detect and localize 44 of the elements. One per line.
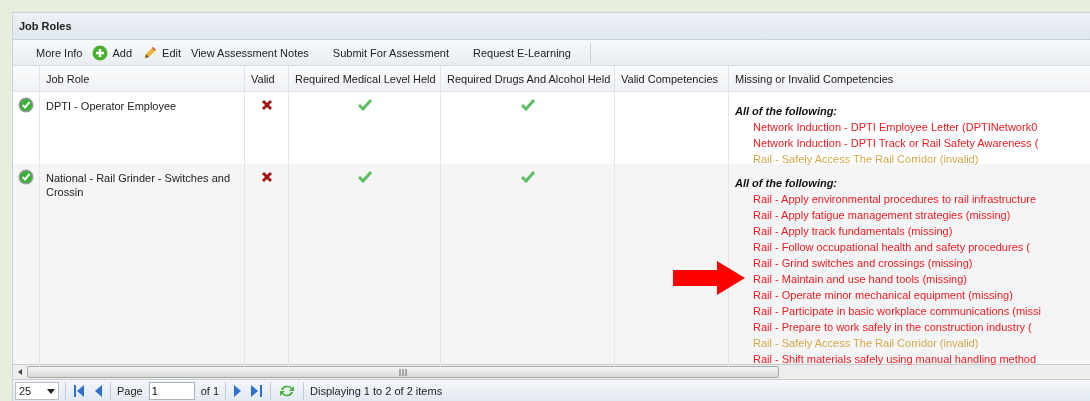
job-role-text: DPTI - Operator Employee: [46, 99, 177, 113]
panel-title: Job Roles: [13, 13, 1090, 40]
column-header[interactable]: Job Role: [46, 72, 90, 85]
annotation-arrow: [673, 261, 745, 295]
grip-icon: [399, 368, 407, 376]
column-header[interactable]: Missing or Invalid Competencies: [735, 72, 894, 85]
competency-item: Rail - Maintain and use hand tools (missing): [752, 272, 968, 287]
toolbar-button[interactable]: More Info: [31, 41, 88, 64]
page-label: Page: [117, 385, 143, 397]
pager-summary: Displaying 1 to 2 of 2 items: [310, 385, 443, 397]
column-header[interactable]: Valid: [251, 72, 275, 85]
pencil-icon: [142, 44, 159, 61]
competency-item: Network Induction - DPTI Employee Letter (DPTINetwork0: [752, 120, 1039, 135]
page-size-dropdown[interactable]: 25: [15, 382, 59, 400]
caret-icon: [47, 388, 55, 394]
competency-item: Rail - Follow occupational health and safety procedures (: [752, 240, 1031, 255]
plus-icon: [92, 44, 109, 61]
page-count: of 1: [200, 385, 220, 397]
toolbar-button[interactable]: Submit For Assessment: [327, 41, 454, 64]
requirement-heading: All of the following:: [735, 176, 839, 191]
column-header[interactable]: Required Medical Level Held: [295, 72, 436, 85]
competency-item: Rail - Prepare to work safely in the construction industry (: [752, 320, 1033, 335]
competency-item: Rail - Grind switches and crossings (missing): [752, 256, 974, 271]
previous-page-button[interactable]: [93, 385, 104, 397]
column-header[interactable]: Required Drugs And Alcohol Held: [447, 72, 611, 85]
toolbar-button[interactable]: Add: [87, 41, 138, 64]
competency-item: Rail - Apply environmental procedures to rail infrastructure: [752, 192, 1038, 207]
competency-item: Rail - Safely Access The Rail Corridor (invalid): [752, 336, 980, 351]
competency-item: Rail - Safely Access The Rail Corridor (invalid): [752, 152, 980, 167]
competency-item: Rail - Shift materials safely using manual handling method: [752, 352, 1038, 367]
last-page-button[interactable]: [249, 385, 265, 397]
job-role-text: National - Rail Grinder - Switches and Crossin: [46, 171, 232, 199]
competency-item: Rail - Apply fatigue management strategies (missing): [752, 208, 1012, 223]
competency-item: Rail - Operate minor mechanical equipment (missing): [752, 288, 1014, 303]
first-page-button[interactable]: [72, 385, 87, 397]
toolbar-button[interactable]: Request E-Learning: [467, 41, 576, 64]
column-header[interactable]: Valid Competencies: [621, 72, 718, 85]
competency-item: Rail - Participate in basic workplace communications (missi: [752, 304, 1041, 319]
toolbar-button[interactable]: View Assessment Notes: [186, 41, 314, 64]
requirement-heading: All of the following:: [735, 104, 839, 119]
toolbar-button[interactable]: Edit: [137, 41, 186, 64]
page-number-field[interactable]: 1: [148, 382, 195, 400]
competency-item: Rail - Apply track fundamentals (missing): [752, 224, 954, 239]
competency-item: Network Induction - DPTI Track or Rail Safety Awareness (: [752, 136, 1039, 151]
